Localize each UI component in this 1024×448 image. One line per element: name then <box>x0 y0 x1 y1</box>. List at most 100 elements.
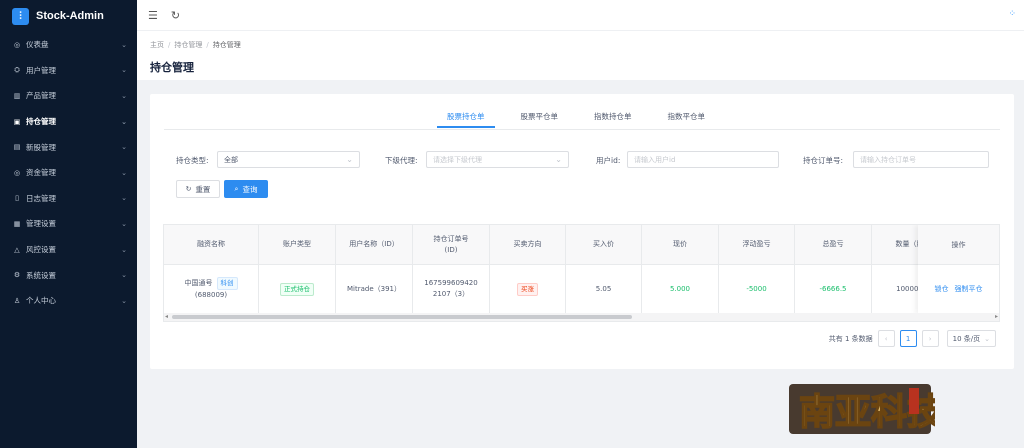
next-page-button[interactable]: › <box>921 330 939 347</box>
sidebar-item-label: 新股管理 <box>26 142 56 152</box>
chevron-down-icon: ⌄ <box>121 66 127 75</box>
col-header-current-price: 现价 <box>642 225 719 264</box>
cell-user: Mitrade（391） <box>336 265 413 313</box>
refresh-icon: ↻ <box>185 185 192 193</box>
menu-item-icon: ⚙ <box>13 271 21 280</box>
user-id-input[interactable] <box>627 151 779 168</box>
brand-logo-icon: ⫶ <box>12 7 29 25</box>
cell-current-price: 5.000 <box>642 265 719 313</box>
sidebar-item[interactable]: ◎ 资金管理 ⌄ <box>0 160 137 186</box>
brand-name: Stock-Admin <box>36 10 104 22</box>
tab-index-closed[interactable]: 指数平仓单 <box>668 111 706 128</box>
menu-item-icon: △ <box>14 245 20 254</box>
menu-item-icon: ◎ <box>13 40 21 49</box>
pagination: 共有 1 条数据 ‹ 1 › 10 条/页 ⌄ <box>829 330 996 347</box>
col-header-account-type: 账户类型 <box>259 225 336 264</box>
sidebar-item[interactable]: ▯ 日志管理 ⌄ <box>0 186 137 212</box>
chevron-down-icon: ⌄ <box>121 271 127 280</box>
search-button[interactable]: ⌕ 查询 <box>224 180 268 198</box>
sidebar-item[interactable]: ▣ 持仓管理 ⌄ <box>0 109 137 135</box>
sidebar-item[interactable]: ◎ 仪表盘 ⌄ <box>0 32 137 58</box>
cell-buy-price: 5.05 <box>566 265 642 313</box>
menu-toggle-icon[interactable]: ☰ <box>148 9 158 22</box>
page-header: 主页 / 持仓管理 / 持仓管理 持仓管理 <box>137 30 1024 80</box>
direction-badge: 买涨 <box>517 282 538 296</box>
user-id-label: 用户id: <box>596 156 621 165</box>
breadcrumb-home[interactable]: 主页 <box>150 41 164 49</box>
chevron-down-icon: ⌄ <box>121 219 127 228</box>
page-1-button[interactable]: 1 <box>899 330 917 347</box>
brand: ⫶ Stock-Admin <box>0 0 137 32</box>
watermark-logo: 南亚科技 <box>789 384 935 434</box>
search-label: 查询 <box>242 184 258 194</box>
refresh-icon[interactable]: ↻ <box>171 9 180 22</box>
stock-name: 中国通号 <box>184 279 213 287</box>
col-header-buy-price: 买入价 <box>566 225 642 264</box>
cell-account-type: 正式持仓 <box>259 265 336 313</box>
breadcrumb-current: 持仓管理 <box>212 41 241 49</box>
sidebar-item-label: 仪表盘 <box>26 40 49 50</box>
menu-item-icon: ⛭ <box>14 65 20 74</box>
position-type-label: 持仓类型: <box>176 156 209 165</box>
col-header-order-no: 持仓订单号 (ID) <box>413 225 490 264</box>
chevron-down-icon: ⌄ <box>121 143 127 152</box>
horizontal-scrollbar[interactable]: ◂ ▸ <box>164 313 999 321</box>
menu-item-icon: ▣ <box>13 117 21 126</box>
stock-code: (688009) <box>194 291 228 299</box>
cell-actions: 锁仓 强制平仓 <box>918 265 999 314</box>
chevron-down-icon: ⌄ <box>346 155 353 164</box>
position-type-select[interactable]: 全部 ⌄ <box>217 151 360 168</box>
sub-agent-select[interactable]: 请选择下级代理 ⌄ <box>426 151 569 168</box>
sidebar-item[interactable]: ▥ 产品管理 ⌄ <box>0 83 137 109</box>
lock-position-link[interactable]: 锁仓 <box>935 284 949 294</box>
sidebar-item-label: 日志管理 <box>26 193 56 203</box>
tabs: 股票持仓单 股票平仓单 指数持仓单 指数平仓单 <box>437 111 741 128</box>
sidebar-item-label: 产品管理 <box>26 91 56 101</box>
scroll-thumb[interactable] <box>172 315 632 319</box>
breadcrumb: 主页 / 持仓管理 / 持仓管理 <box>150 40 1024 50</box>
cell-order-no: 1675996094202107（3） <box>413 265 490 313</box>
sidebar: ⫶ Stock-Admin ◎ 仪表盘 ⌄ ⛭ 用户管理 ⌄ ▥ 产品管理 ⌄ ▣ 持仓管理 ⌄ ▤ 新股… <box>0 0 137 448</box>
reset-button[interactable]: ↻ 重置 <box>176 180 220 198</box>
chevron-down-icon: ⌄ <box>121 194 127 203</box>
action-column: 操作 锁仓 强制平仓 <box>918 225 999 314</box>
col-header-direction: 买卖方向 <box>490 225 566 264</box>
tab-index-positions[interactable]: 指数持仓单 <box>594 111 632 128</box>
tab-stock-positions[interactable]: 股票持仓单 <box>437 111 494 128</box>
sidebar-item-label: 用户管理 <box>26 65 56 75</box>
breadcrumb-separator: / <box>168 41 171 49</box>
menu-item-icon: ♙ <box>13 296 21 305</box>
menu-item-icon: ▯ <box>15 194 19 203</box>
breadcrumb-parent[interactable]: 持仓管理 <box>174 41 202 49</box>
settings-dots-icon[interactable]: ⁘ <box>1008 9 1016 19</box>
chevron-down-icon: ⌄ <box>121 40 127 49</box>
sidebar-item[interactable]: ⚙ 系统设置 ⌄ <box>0 262 137 288</box>
tab-stock-closed[interactable]: 股票平仓单 <box>521 111 559 128</box>
position-type-value: 全部 <box>224 155 238 164</box>
prev-page-button[interactable]: ‹ <box>877 330 895 347</box>
page-size-value: 10 条/页 <box>952 334 981 343</box>
scroll-left-icon[interactable]: ◂ <box>165 313 168 321</box>
sidebar-item[interactable]: ⛭ 用户管理 ⌄ <box>0 58 137 84</box>
sidebar-item-label: 资金管理 <box>26 168 56 178</box>
sidebar-item-label: 个人中心 <box>26 296 56 306</box>
order-no-input[interactable] <box>853 151 989 168</box>
sidebar-item[interactable]: ▦ 管理设置 ⌄ <box>0 211 137 237</box>
col-header-total-pl: 总盈亏 <box>795 225 872 264</box>
col-header-actions: 操作 <box>918 225 999 265</box>
scroll-right-icon[interactable]: ▸ <box>995 313 998 321</box>
chevron-down-icon: ⌄ <box>121 117 127 126</box>
table-row: 中国通号 科创 (688009) 正式持仓 Mitrade（391） 167599… <box>164 265 948 314</box>
page-size-select[interactable]: 10 条/页 ⌄ <box>946 330 996 347</box>
sidebar-item[interactable]: ♙ 个人中心 ⌄ <box>0 288 137 314</box>
search-icon: ⌕ <box>234 184 239 193</box>
cell-direction: 买涨 <box>490 265 566 313</box>
chevron-down-icon: ⌄ <box>555 155 562 164</box>
sub-agent-label: 下级代理: <box>385 156 418 165</box>
sidebar-item[interactable]: △ 风控设置 ⌄ <box>0 237 137 263</box>
chevron-down-icon: ⌄ <box>121 168 127 177</box>
menu-item-icon: ◎ <box>13 168 21 177</box>
force-close-link[interactable]: 强制平仓 <box>955 284 983 294</box>
sidebar-item-label: 风控设置 <box>26 245 56 255</box>
sidebar-item[interactable]: ▤ 新股管理 ⌄ <box>0 134 137 160</box>
